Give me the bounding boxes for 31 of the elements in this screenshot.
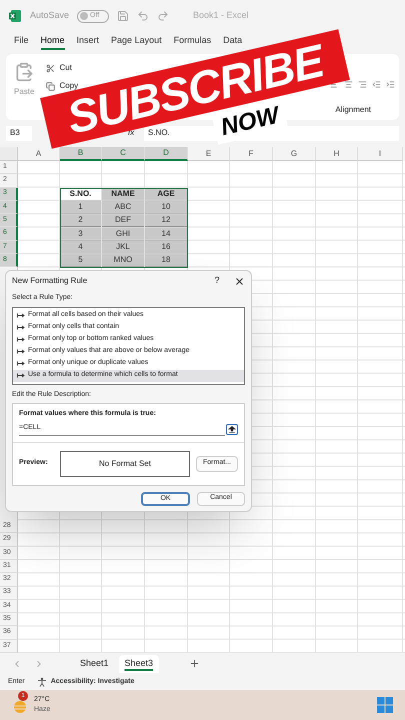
ribbon-tab[interactable]: File: [14, 34, 29, 50]
table-cell: 2: [60, 214, 102, 228]
cut-label[interactable]: Cut: [59, 62, 72, 74]
ribbon-tab[interactable]: Home: [40, 34, 65, 50]
table-header-cell: AGE: [145, 188, 188, 201]
column-header[interactable]: D: [145, 147, 188, 161]
table-header-cell: NAME: [102, 188, 145, 201]
ribbon-tab[interactable]: Formulas: [174, 34, 212, 50]
column-header[interactable]: H: [316, 147, 358, 161]
autosave-label: AutoSave: [30, 9, 70, 22]
column-header[interactable]: F: [230, 147, 273, 161]
column-header[interactable]: E: [188, 147, 230, 161]
table-cell: 12: [145, 214, 188, 228]
column-header[interactable]: I: [358, 147, 403, 161]
column-header[interactable]: C: [102, 147, 145, 161]
ribbon-tab[interactable]: Data: [223, 34, 242, 50]
column-header[interactable]: B: [60, 147, 102, 161]
ribbon-tab[interactable]: Page Layout: [111, 34, 162, 50]
table-cell: 5: [60, 254, 102, 268]
ribbon-tab[interactable]: Insert: [76, 34, 100, 50]
help-button[interactable]: ?: [210, 274, 224, 288]
table-cell: 18: [145, 254, 188, 268]
column-header[interactable]: G: [273, 147, 316, 161]
sheet-tab[interactable]: Sheet3: [118, 654, 160, 673]
name-box[interactable]: B3: [6, 126, 32, 140]
dialog-title: New Formatting Rule: [12, 275, 88, 287]
preview-box: No Format Set: [60, 450, 190, 476]
window-title: Book1 - Excel: [193, 9, 249, 22]
sheet-tab[interactable]: Sheet1: [74, 654, 115, 673]
table-cell: MNO: [102, 254, 145, 268]
table-cell: DEF: [102, 214, 145, 228]
